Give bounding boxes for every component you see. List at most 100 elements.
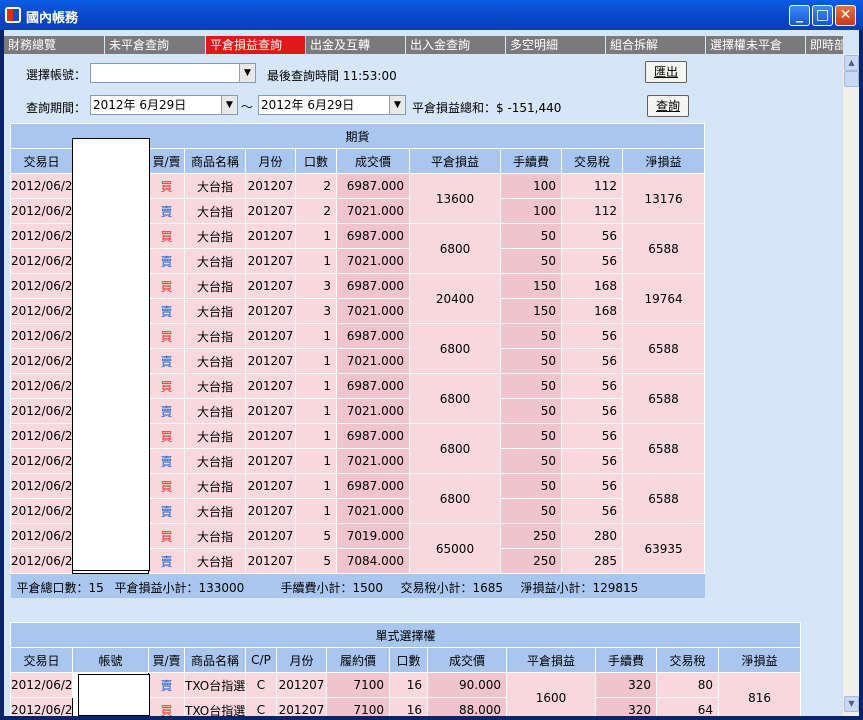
- trade-date-cell: 2012/06/29: [10, 248, 73, 274]
- fee-cell: 320: [595, 672, 657, 698]
- tab-deposit-query[interactable]: 出入金查詢: [406, 36, 506, 54]
- month-cell: 201207: [276, 697, 327, 716]
- price-cell: 6987.000: [336, 423, 410, 449]
- summary-item: 平倉損益小計：133000: [114, 581, 245, 595]
- tab-closed-pnl[interactable]: 平倉損益查詢: [206, 36, 306, 54]
- fee-cell: 50: [500, 398, 562, 424]
- trade-date-cell: 2012/06/27: [10, 373, 73, 399]
- tab-combo-split[interactable]: 組合拆解: [606, 36, 706, 54]
- lots-cell: 1: [295, 498, 337, 524]
- lots-cell: 1: [295, 448, 337, 474]
- lots-cell: 1: [295, 423, 337, 449]
- vertical-scrollbar[interactable]: ▲ ▼: [842, 54, 859, 716]
- tax-cell: 168: [561, 273, 623, 299]
- month-cell: 201207: [245, 348, 296, 374]
- options-header-cell: 成交價: [427, 647, 507, 673]
- date-to-picker[interactable]: 2012年 6月29日 ▼: [258, 95, 406, 115]
- side-cell: 賣: [148, 398, 185, 424]
- tab-option-open[interactable]: 選擇權未平倉: [706, 36, 806, 54]
- tax-cell: 56: [561, 398, 623, 424]
- date-from-picker[interactable]: 2012年 6月29日 ▼: [90, 95, 238, 115]
- month-cell: 201207: [245, 248, 296, 274]
- fee-cell: 320: [595, 697, 657, 716]
- fee-cell: 50: [500, 498, 562, 524]
- options-header-cell: 履約價: [326, 647, 390, 673]
- options-header-cell: C/P: [245, 647, 277, 673]
- options-header-cell: 帳號: [72, 647, 149, 673]
- minimize-button[interactable]: _: [789, 5, 810, 26]
- tax-cell: 56: [561, 373, 623, 399]
- tax-cell: 56: [561, 498, 623, 524]
- month-cell: 201207: [245, 198, 296, 224]
- total-pnl: 平倉損益總和：$ -151,440: [412, 101, 562, 115]
- side-cell: 賣: [148, 498, 185, 524]
- date-to-value: 2012年 6月29日: [261, 98, 355, 112]
- lots-cell: 2: [295, 173, 337, 199]
- account-select[interactable]: ▼: [90, 63, 256, 83]
- month-cell: 201207: [276, 672, 327, 698]
- window-title: 國內帳務: [26, 11, 79, 26]
- lots-cell: 5: [295, 548, 337, 574]
- scroll-thumb[interactable]: [844, 71, 859, 87]
- pnl-cell: 6800: [409, 373, 501, 424]
- month-cell: 201207: [245, 373, 296, 399]
- scroll-up-icon[interactable]: ▲: [844, 55, 859, 71]
- export-button[interactable]: 匯出: [645, 61, 687, 83]
- scroll-down-icon[interactable]: ▼: [844, 696, 859, 712]
- price-cell: 6987.000: [336, 223, 410, 249]
- lots-cell: 1: [295, 248, 337, 274]
- product-cell: 大台指: [184, 523, 246, 549]
- chevron-down-icon[interactable]: ▼: [221, 96, 237, 114]
- net-pnl-cell: 6588: [621, 223, 706, 274]
- tab-open-position[interactable]: 未平倉查詢: [105, 36, 206, 54]
- trade-date-cell: 2012/06/29: [10, 697, 73, 716]
- fee-cell: 50: [500, 423, 562, 449]
- summary-item: 交易稅小計：1685: [400, 581, 504, 595]
- options-header-cell: 月份: [276, 647, 327, 673]
- price-cell: 7021.000: [336, 248, 410, 274]
- call-put-cell: C: [245, 672, 277, 698]
- tab-realtime-position[interactable]: 即時部位: [806, 36, 844, 54]
- month-cell: 201207: [245, 448, 296, 474]
- side-cell: 買: [148, 473, 185, 499]
- futures-header-cell: 平倉損益: [409, 148, 501, 174]
- query-button[interactable]: 查詢: [647, 95, 689, 117]
- month-cell: 201207: [245, 473, 296, 499]
- month-cell: 201207: [245, 398, 296, 424]
- last-query-time: 最後查詢時間 11:53:00: [267, 69, 397, 83]
- options-caption: 單式選擇權: [9, 622, 802, 648]
- tab-finance-overview[interactable]: 財務總覽: [4, 36, 105, 54]
- futures-header-cell: 淨損益: [621, 148, 706, 174]
- summary-item: 淨損益小計：129815: [520, 581, 639, 595]
- side-cell: 賣: [148, 448, 185, 474]
- tab-withdraw-transfer[interactable]: 出金及互轉: [306, 36, 406, 54]
- date-from-value: 2012年 6月29日: [93, 98, 187, 112]
- price-cell: 7021.000: [336, 298, 410, 324]
- tax-cell: 56: [561, 473, 623, 499]
- app-icon: [5, 7, 21, 23]
- summary-item: 平倉總口數：15: [16, 581, 104, 595]
- trade-date-cell: 2012/06/27: [10, 323, 73, 349]
- tax-cell: 285: [561, 548, 623, 574]
- chevron-down-icon[interactable]: ▼: [389, 96, 405, 114]
- price-cell: 6987.000: [336, 173, 410, 199]
- fee-cell: 50: [500, 373, 562, 399]
- tax-cell: 112: [561, 173, 623, 199]
- price-cell: 6987.000: [336, 373, 410, 399]
- fee-cell: 150: [500, 298, 562, 324]
- trade-date-cell: 2012/06/27: [10, 473, 73, 499]
- futures-header-cell: 商品名稱: [184, 148, 246, 174]
- side-cell: 買: [148, 273, 185, 299]
- trade-date-cell: 2012/06/29: [10, 348, 73, 374]
- tab-long-short[interactable]: 多空明細: [506, 36, 606, 54]
- tax-cell: 56: [561, 348, 623, 374]
- price-cell: 7021.000: [336, 498, 410, 524]
- call-put-cell: C: [245, 697, 277, 716]
- lots-cell: 1: [295, 223, 337, 249]
- strike-cell: 7100: [326, 672, 390, 698]
- close-button[interactable]: ✕: [835, 5, 856, 26]
- maximize-button[interactable]: □: [812, 5, 833, 26]
- date-range-tilde: ～: [241, 100, 254, 114]
- chevron-down-icon[interactable]: ▼: [239, 64, 255, 82]
- tax-cell: 64: [656, 697, 719, 716]
